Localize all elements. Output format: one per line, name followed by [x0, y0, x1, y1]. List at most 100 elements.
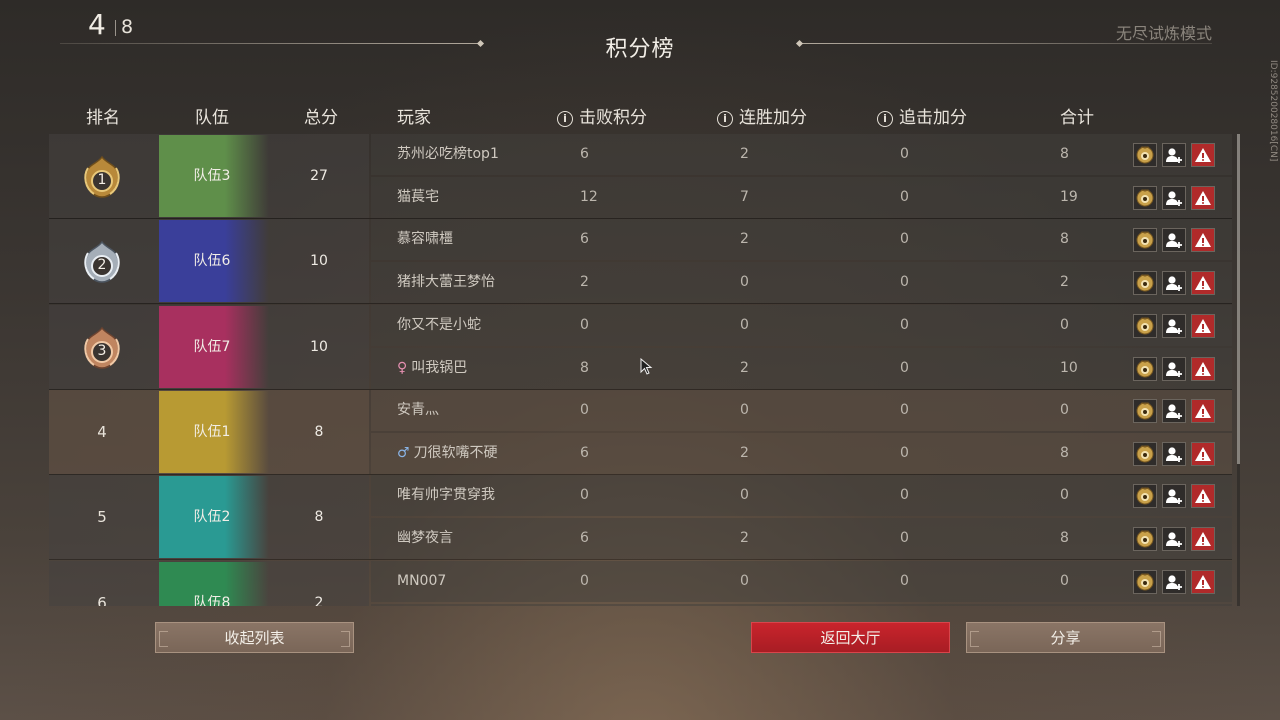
player-actions	[1133, 441, 1217, 466]
round-total: 8	[121, 16, 134, 38]
add-friend-icon[interactable]	[1162, 271, 1186, 296]
team-name: 队伍8	[193, 594, 231, 607]
player-row[interactable]: 安青灬 0 0 0 0	[371, 390, 1232, 431]
add-friend-icon[interactable]	[1162, 356, 1186, 381]
report-icon[interactable]	[1191, 484, 1215, 509]
share-button[interactable]: 分享	[966, 622, 1165, 653]
player-name[interactable]: ♂ 刀很软嘴不硬	[397, 433, 498, 474]
player-row[interactable]: MN007 0 0 0 0	[371, 561, 1232, 602]
col-chase-label: 追击加分	[899, 108, 967, 128]
eye-icon[interactable]	[1133, 398, 1157, 423]
report-icon[interactable]	[1191, 143, 1215, 167]
player-row[interactable]: 苏州必吃榜top1 6 2 0 8	[371, 134, 1232, 175]
player-name[interactable]: ♀ 叫我锅巴	[397, 348, 467, 389]
add-friend-icon[interactable]	[1162, 569, 1186, 594]
player-actions	[1133, 271, 1217, 296]
game-mode-label: 无尽试炼模式	[1115, 24, 1212, 43]
report-icon[interactable]	[1191, 228, 1215, 253]
eye-icon[interactable]	[1133, 527, 1157, 552]
player-chase-score: 0	[900, 572, 909, 589]
player-defeat-score: 0	[580, 401, 589, 418]
report-icon[interactable]	[1191, 569, 1215, 594]
rank-medal-icon: 2	[79, 239, 125, 285]
add-friend-icon[interactable]	[1162, 143, 1186, 167]
collapse-list-button[interactable]: 收起列表	[155, 622, 354, 653]
player-row[interactable]	[371, 604, 1232, 607]
player-chase-score: 0	[900, 401, 909, 418]
team-row: 5 队伍2 8 唯有帅字贯穿我 0 0 0 0 幽梦夜言 6 2 0 8	[49, 475, 1232, 561]
player-row[interactable]: ♀ 叫我锅巴 8 2 0 10	[371, 348, 1232, 389]
col-streak[interactable]: i 连胜加分	[717, 103, 807, 128]
eye-icon[interactable]	[1133, 143, 1157, 167]
player-row[interactable]: 唯有帅字贯穿我 0 0 0 0	[371, 475, 1232, 516]
team-color-card: 队伍8	[159, 561, 269, 607]
add-friend-icon[interactable]	[1162, 527, 1186, 552]
eye-icon[interactable]	[1133, 356, 1157, 381]
player-actions	[1133, 569, 1217, 594]
player-row[interactable]: ♂ 刀很软嘴不硬 6 2 0 8	[371, 433, 1232, 474]
col-defeat-label: 击败积分	[579, 108, 647, 128]
player-row[interactable]: 猪排大蕾王梦怡 2 0 0 2	[371, 262, 1232, 303]
add-friend-icon[interactable]	[1162, 441, 1186, 466]
report-icon[interactable]	[1191, 271, 1215, 296]
player-row[interactable]: 慕容啸橿 6 2 0 8	[371, 219, 1232, 260]
player-name[interactable]: 安青灬	[397, 390, 439, 431]
player-chase-score: 0	[900, 274, 909, 291]
info-icon[interactable]: i	[557, 111, 573, 127]
add-friend-icon[interactable]	[1162, 186, 1186, 210]
player-sum-score: 8	[1060, 444, 1069, 461]
player-name[interactable]: 猫萇宅	[397, 177, 439, 218]
eye-icon[interactable]	[1133, 228, 1157, 253]
team-name: 队伍7	[193, 338, 231, 355]
player-sum-score: 19	[1060, 189, 1078, 205]
col-streak-label: 连胜加分	[739, 108, 807, 128]
player-row[interactable]: 你又不是小蛇 0 0 0 0	[371, 305, 1232, 346]
player-name[interactable]: MN007	[397, 561, 446, 602]
player-defeat-score: 2	[580, 274, 589, 291]
col-defeat[interactable]: i 击败积分	[557, 103, 647, 128]
player-name[interactable]: 你又不是小蛇	[397, 305, 481, 346]
player-row[interactable]: 猫萇宅 12 7 0 19	[371, 177, 1232, 218]
team-color-card: 队伍6	[159, 220, 269, 303]
report-icon[interactable]	[1191, 186, 1215, 210]
eye-icon[interactable]	[1133, 313, 1157, 338]
rank-number: 4	[97, 422, 107, 441]
report-icon[interactable]	[1191, 398, 1215, 423]
player-row[interactable]: 幽梦夜言 6 2 0 8	[371, 518, 1232, 559]
report-icon[interactable]	[1191, 527, 1215, 552]
report-icon[interactable]	[1191, 356, 1215, 381]
eye-icon[interactable]	[1133, 186, 1157, 210]
player-name[interactable]: 苏州必吃榜top1	[397, 134, 499, 175]
info-icon[interactable]: i	[877, 111, 893, 127]
player-chase-score: 0	[900, 189, 909, 205]
player-defeat-score: 8	[580, 359, 589, 376]
col-rank: 排名	[86, 108, 120, 128]
eye-icon[interactable]	[1133, 271, 1157, 296]
player-streak-score: 0	[740, 401, 749, 418]
team-color-card: 队伍3	[159, 135, 269, 217]
report-icon[interactable]	[1191, 313, 1215, 338]
add-friend-icon[interactable]	[1162, 228, 1186, 253]
player-sum-score: 2	[1060, 274, 1069, 291]
add-friend-icon[interactable]	[1162, 398, 1186, 423]
player-name[interactable]: 唯有帅字贯穿我	[397, 475, 495, 516]
player-name[interactable]: 幽梦夜言	[397, 518, 453, 559]
scrollbar-thumb[interactable]	[1237, 134, 1240, 464]
eye-icon[interactable]	[1133, 569, 1157, 594]
add-friend-icon[interactable]	[1162, 484, 1186, 509]
col-chase[interactable]: i 追击加分	[877, 103, 967, 128]
team-name: 队伍1	[193, 423, 231, 440]
eye-icon[interactable]	[1133, 484, 1157, 509]
team-name: 队伍2	[193, 509, 231, 526]
info-icon[interactable]: i	[717, 111, 733, 127]
eye-icon[interactable]	[1133, 441, 1157, 466]
player-chase-score: 0	[900, 231, 909, 248]
team-color-card: 队伍7	[159, 305, 269, 388]
player-defeat-score: 12	[580, 189, 598, 205]
player-name[interactable]: 猪排大蕾王梦怡	[397, 262, 495, 303]
report-icon[interactable]	[1191, 441, 1215, 466]
return-lobby-button[interactable]: 返回大厅	[751, 622, 950, 653]
player-sum-score: 0	[1060, 572, 1069, 589]
player-name[interactable]: 慕容啸橿	[397, 219, 453, 260]
add-friend-icon[interactable]	[1162, 313, 1186, 338]
